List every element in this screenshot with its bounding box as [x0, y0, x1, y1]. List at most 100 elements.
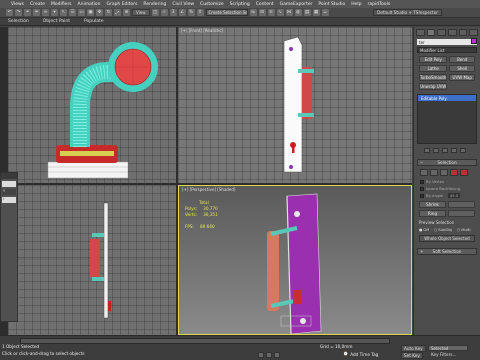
element-level-icon[interactable] — [460, 169, 468, 176]
motion-tab-icon[interactable] — [448, 29, 457, 36]
lock-icon[interactable] — [258, 352, 264, 358]
render-setup-icon[interactable]: ▤ — [303, 9, 311, 16]
configure-sets-icon[interactable] — [460, 148, 466, 153]
viewport-bottom-right-active[interactable]: [+] [Perspective] [Shaded] Total Polys: … — [178, 185, 412, 335]
radio-off[interactable]: Off — [419, 227, 429, 232]
redo-icon[interactable]: ↷ — [15, 9, 22, 16]
show-end-result-icon[interactable] — [433, 148, 439, 153]
radio-subobj[interactable]: SubObj — [434, 227, 452, 232]
unwrap-uvw-button[interactable]: Unwrap UVW — [419, 83, 448, 90]
shrink-button[interactable]: Shrink — [419, 201, 446, 208]
bind-icon[interactable]: ≈ — [42, 9, 49, 16]
move-icon[interactable]: ✥ — [96, 9, 103, 16]
link-icon[interactable]: ⚭ — [24, 9, 31, 16]
viewport-top-left[interactable] — [8, 27, 176, 183]
by-vertex-checkbox[interactable]: By Vertex — [420, 179, 474, 184]
menu-modifiers[interactable]: Modifiers — [51, 2, 72, 7]
object-color-swatch[interactable] — [471, 38, 477, 44]
panel-header[interactable] — [1, 173, 17, 179]
grow-button[interactable] — [448, 201, 475, 208]
layers-icon[interactable]: ≡ — [267, 9, 275, 16]
vertex-level-icon[interactable] — [420, 169, 428, 176]
menu-gameexporter[interactable]: GameExporter — [280, 2, 313, 7]
display-tab-icon[interactable] — [458, 29, 468, 36]
menu-create[interactable]: Create — [30, 2, 45, 7]
lathe-button[interactable]: Lathe — [419, 65, 448, 72]
menu-animation[interactable]: Animation — [78, 2, 101, 7]
tab-populate[interactable]: Populate — [84, 19, 104, 24]
render-icon[interactable]: ☕ — [321, 9, 329, 16]
shell-button[interactable]: Shell — [449, 65, 475, 72]
uvw-map-button[interactable]: UVW Map — [449, 74, 475, 81]
material-editor-icon[interactable]: ◍ — [294, 9, 302, 16]
unlink-icon[interactable]: ⚮ — [33, 9, 40, 16]
rect-select-icon[interactable]: ▭ — [78, 9, 85, 16]
ignore-backfacing-checkbox[interactable]: Ignore Backfacing — [420, 186, 474, 191]
window-crossing-icon[interactable]: ▣ — [87, 9, 94, 16]
schematic-icon[interactable]: ⋈ — [285, 9, 293, 16]
menu-point-studio[interactable]: Point Studio — [318, 2, 345, 7]
tab-selection[interactable]: Selection — [8, 19, 29, 24]
select-by-name-icon[interactable]: ☰ — [69, 9, 76, 16]
add-time-tag[interactable]: ⌚ Add Time Tag — [343, 351, 378, 357]
by-angle-checkbox[interactable]: By Angle 45.0 — [420, 193, 474, 198]
edge-level-icon[interactable] — [430, 169, 438, 176]
filter-icon[interactable]: ▾ — [51, 9, 58, 16]
make-unique-icon[interactable] — [442, 148, 448, 153]
turbosmooth-button[interactable]: TurboSmooth — [419, 74, 448, 81]
border-level-icon[interactable] — [440, 169, 448, 176]
isolate-icon[interactable] — [266, 352, 272, 358]
modify-tab-icon[interactable] — [426, 29, 436, 36]
percent-snap-icon[interactable]: % — [187, 9, 195, 16]
auto-key-button[interactable]: Auto Key — [401, 345, 426, 352]
key-mode-dropdown[interactable]: Selected — [428, 345, 468, 351]
soft-selection-rollout[interactable]: + Soft Selection — [417, 248, 477, 255]
render-frame-icon[interactable]: ▦ — [312, 9, 320, 16]
scale-icon[interactable]: ⤢ — [114, 9, 121, 16]
loop-button[interactable] — [448, 210, 475, 217]
pivot-icon[interactable]: ◫ — [151, 9, 159, 16]
modifier-stack[interactable]: Editable Poly — [417, 94, 477, 144]
menu-graph-editors[interactable]: Graph Editors — [106, 2, 137, 7]
angle-spinner[interactable]: 45.0 — [447, 193, 461, 198]
menu-rendering[interactable]: Rendering — [143, 2, 166, 7]
viewport-top-right[interactable]: [+] [Front] [Realistic] — [178, 27, 412, 183]
reference-coord-dropdown[interactable]: View — [132, 9, 150, 16]
undo-icon[interactable]: ↶ — [6, 9, 13, 16]
radio-multi[interactable]: Multi — [457, 227, 470, 232]
spinner-snap-icon[interactable]: ⇕ — [196, 9, 204, 16]
polygon-level-icon[interactable] — [450, 169, 458, 176]
menu-civil-view[interactable]: Civil View — [172, 2, 194, 7]
utilities-tab-icon[interactable] — [469, 29, 479, 36]
angle-snap-icon[interactable]: ∠ — [178, 9, 186, 16]
object-name-field[interactable]: ter — [417, 39, 477, 45]
curve-editor-icon[interactable]: ∿ — [276, 9, 284, 16]
remove-modifier-icon[interactable] — [451, 148, 457, 153]
key-filters-button[interactable]: Key Filters... — [431, 352, 456, 357]
mirror-icon[interactable]: ⇋ — [249, 9, 257, 16]
pin-stack-icon[interactable] — [424, 148, 430, 153]
named-selection-set[interactable]: Create Selection Se — [205, 9, 248, 16]
selection-lock-icon[interactable]: ⊹ — [160, 9, 168, 16]
rotate-icon[interactable]: ↻ — [105, 9, 112, 16]
snaps-icon[interactable]: 3 — [169, 9, 177, 16]
selection-rollout[interactable]: − Selection — [417, 159, 477, 166]
tab-object-paint[interactable]: Object Paint — [43, 19, 70, 24]
floating-scene-panel[interactable]: Y I — [0, 172, 18, 322]
place-icon[interactable]: ⊕ — [123, 9, 130, 16]
viewport-bottom-left[interactable] — [8, 185, 176, 335]
edit-poly-button[interactable]: Edit Poly — [419, 56, 448, 63]
panel-row[interactable] — [2, 181, 16, 187]
hierarchy-tab-icon[interactable] — [437, 29, 447, 36]
modifier-list-dropdown[interactable]: Modifier List — [417, 47, 477, 53]
menu-views[interactable]: Views — [11, 2, 24, 7]
panel-row-selected[interactable]: Y — [2, 189, 16, 195]
set-key-button[interactable]: Set Key — [401, 352, 423, 359]
menu-content[interactable]: Content — [256, 2, 274, 7]
menu-scripting[interactable]: Scripting — [230, 2, 250, 7]
panel-row[interactable]: I — [2, 197, 16, 203]
align-icon[interactable]: ⊟ — [258, 9, 266, 16]
ring-button[interactable]: Ring — [419, 210, 446, 217]
absolute-mode-icon[interactable] — [274, 352, 280, 358]
workspace-dropdown[interactable]: Default Studio + TSInspector — [373, 9, 442, 16]
